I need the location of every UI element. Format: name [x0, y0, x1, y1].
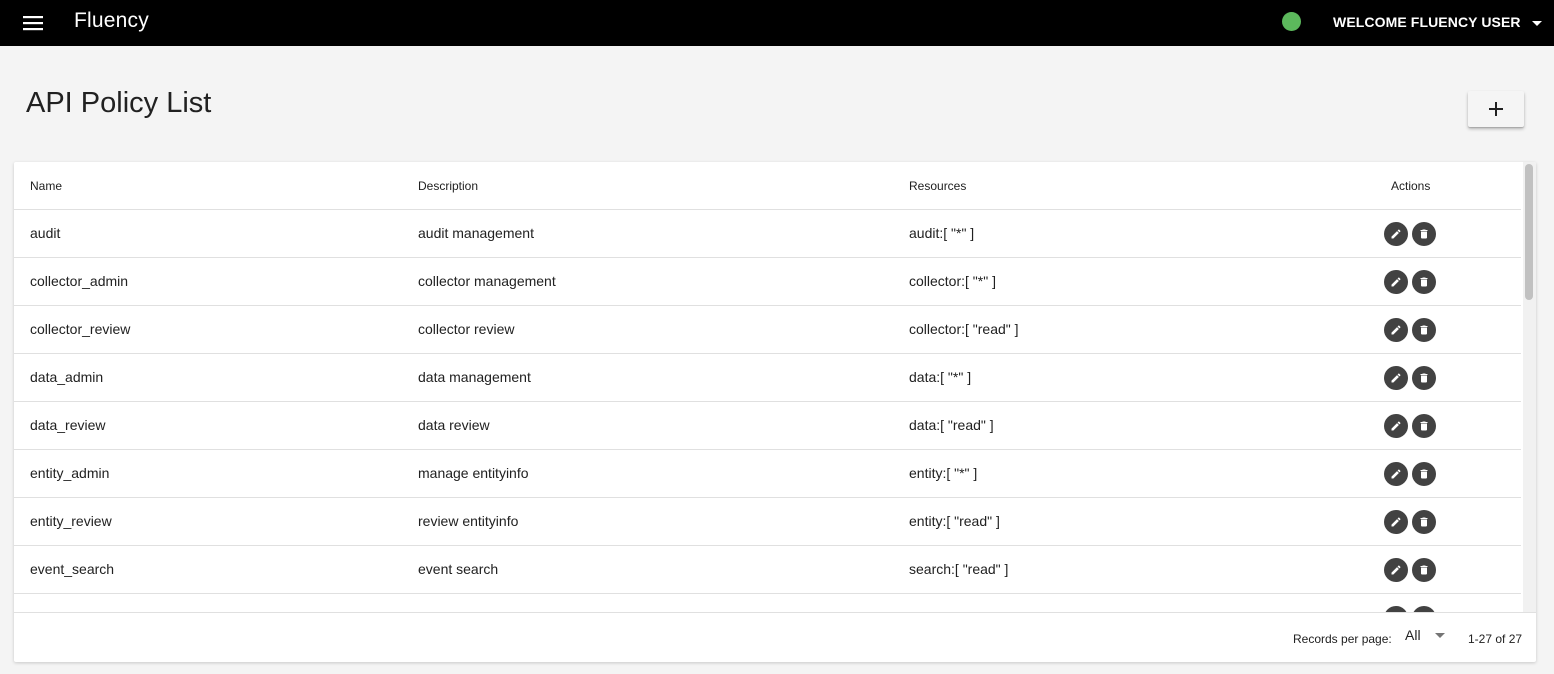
row-actions: [1384, 558, 1436, 582]
trash-icon: [1420, 373, 1428, 383]
edit-button[interactable]: [1384, 366, 1408, 390]
connection-status-indicator: [1282, 12, 1301, 31]
policy-table-card: Name Description Resources Actions audit…: [14, 162, 1536, 662]
delete-button[interactable]: [1412, 270, 1436, 294]
column-header-resources[interactable]: Resources: [909, 179, 966, 193]
delete-button[interactable]: [1412, 462, 1436, 486]
cell-name: collector_admin: [30, 273, 129, 289]
pencil-icon: [1391, 421, 1401, 431]
row-actions: [1384, 270, 1436, 294]
edit-button[interactable]: [1384, 510, 1408, 534]
policy-table: Name Description Resources Actions audit…: [14, 162, 1521, 612]
table-scrollbar[interactable]: [1523, 162, 1536, 612]
table-row: event_search event search search:[ "read" …: [14, 546, 1521, 594]
edit-button[interactable]: [1384, 270, 1408, 294]
delete-button[interactable]: [1412, 558, 1436, 582]
cell-description: event search: [418, 561, 499, 577]
edit-button[interactable]: [1384, 318, 1408, 342]
cell-name: entity_review: [30, 513, 112, 529]
app-title: Fluency: [74, 9, 149, 32]
row-actions: [1384, 510, 1436, 534]
cell-description: data review: [418, 417, 490, 433]
cell-name: event_search: [30, 561, 115, 577]
cell-resources: audit:[ "*" ]: [909, 225, 975, 241]
trash-icon: [1420, 565, 1428, 575]
cell-name: audit: [30, 225, 61, 241]
caret-down-icon: [1434, 632, 1445, 638]
cell-description: review entityinfo: [418, 513, 519, 529]
cell-description: collector management: [418, 273, 556, 289]
pencil-icon: [1391, 229, 1401, 239]
menu-icon[interactable]: [22, 13, 44, 33]
table-footer: Records per page: All 1-27 of 27: [14, 612, 1536, 662]
cell-resources: data:[ "read" ]: [909, 417, 994, 433]
page-title: API Policy List: [26, 87, 212, 119]
table-row: collector_admin collector management colle…: [14, 258, 1521, 306]
table-row: data_review data review data:[ "read" ]: [14, 402, 1521, 450]
records-per-page-value: All: [1405, 627, 1421, 643]
records-per-page-label: Records per page:: [1293, 632, 1392, 646]
records-per-page-select[interactable]: All: [1405, 627, 1445, 643]
cell-resources: collector:[ "read" ]: [909, 321, 1019, 337]
top-app-bar: Fluency WELCOME FLUENCY USER: [0, 0, 1554, 46]
pencil-icon: [1391, 325, 1401, 335]
cell-description: audit management: [418, 225, 534, 241]
scrollbar-thumb[interactable]: [1525, 164, 1533, 300]
edit-button[interactable]: [1384, 462, 1408, 486]
cell-description: manage entityinfo: [418, 465, 529, 481]
table-header-row: Name Description Resources Actions: [14, 162, 1521, 210]
row-actions: [1384, 222, 1436, 246]
plus-icon: [1489, 102, 1503, 116]
cell-resources: entity:[ "read" ]: [909, 513, 1000, 529]
trash-icon: [1420, 517, 1428, 527]
table-row: entity_review review entityinfo entity:[ "…: [14, 498, 1521, 546]
column-header-name[interactable]: Name: [30, 179, 62, 193]
row-actions: [1384, 462, 1436, 486]
caret-down-icon: [1531, 20, 1542, 26]
pencil-icon: [1391, 517, 1401, 527]
add-policy-button[interactable]: [1468, 91, 1524, 127]
cell-name: collector_review: [30, 321, 131, 337]
edit-button[interactable]: [1384, 558, 1408, 582]
delete-button[interactable]: [1412, 510, 1436, 534]
pagination-range: 1-27 of 27: [1468, 632, 1523, 646]
cell-description: data management: [418, 369, 531, 385]
table-row: entity_admin manage entityinfo entity:[ "*…: [14, 450, 1521, 498]
user-menu-button[interactable]: WELCOME FLUENCY USER: [1333, 12, 1542, 32]
trash-icon: [1420, 469, 1428, 479]
edit-button[interactable]: [1384, 414, 1408, 438]
trash-icon: [1420, 229, 1428, 239]
cell-name: entity_admin: [30, 465, 110, 481]
table-row: collector_review collector review collecto…: [14, 306, 1521, 354]
cell-name: data_review: [30, 417, 106, 433]
pencil-icon: [1391, 565, 1401, 575]
cell-resources: search:[ "read" ]: [909, 561, 1009, 577]
cell-name: data_admin: [30, 369, 104, 385]
pencil-icon: [1391, 469, 1401, 479]
user-menu-label: WELCOME FLUENCY USER: [1333, 14, 1521, 30]
cell-resources: entity:[ "*" ]: [909, 465, 978, 481]
column-header-description[interactable]: Description: [418, 179, 478, 193]
delete-button[interactable]: [1412, 366, 1436, 390]
trash-icon: [1420, 325, 1428, 335]
cell-description: collector review: [418, 321, 515, 337]
row-actions: [1384, 366, 1436, 390]
edit-button[interactable]: [1384, 222, 1408, 246]
delete-button[interactable]: [1412, 222, 1436, 246]
trash-icon: [1420, 421, 1428, 431]
table-row: audit audit management audit:[ "*" ]: [14, 210, 1521, 258]
pencil-icon: [1391, 277, 1401, 287]
pencil-icon: [1391, 373, 1401, 383]
trash-icon: [1420, 277, 1428, 287]
cell-resources: data:[ "*" ]: [909, 369, 972, 385]
delete-button[interactable]: [1412, 318, 1436, 342]
row-actions: [1384, 318, 1436, 342]
table-row-partial: [14, 594, 1521, 612]
row-actions: [1384, 414, 1436, 438]
cell-resources: collector:[ "*" ]: [909, 273, 996, 289]
table-row: data_admin data management data:[ "*" ]: [14, 354, 1521, 402]
column-header-actions: Actions: [1391, 179, 1431, 193]
delete-button[interactable]: [1412, 414, 1436, 438]
